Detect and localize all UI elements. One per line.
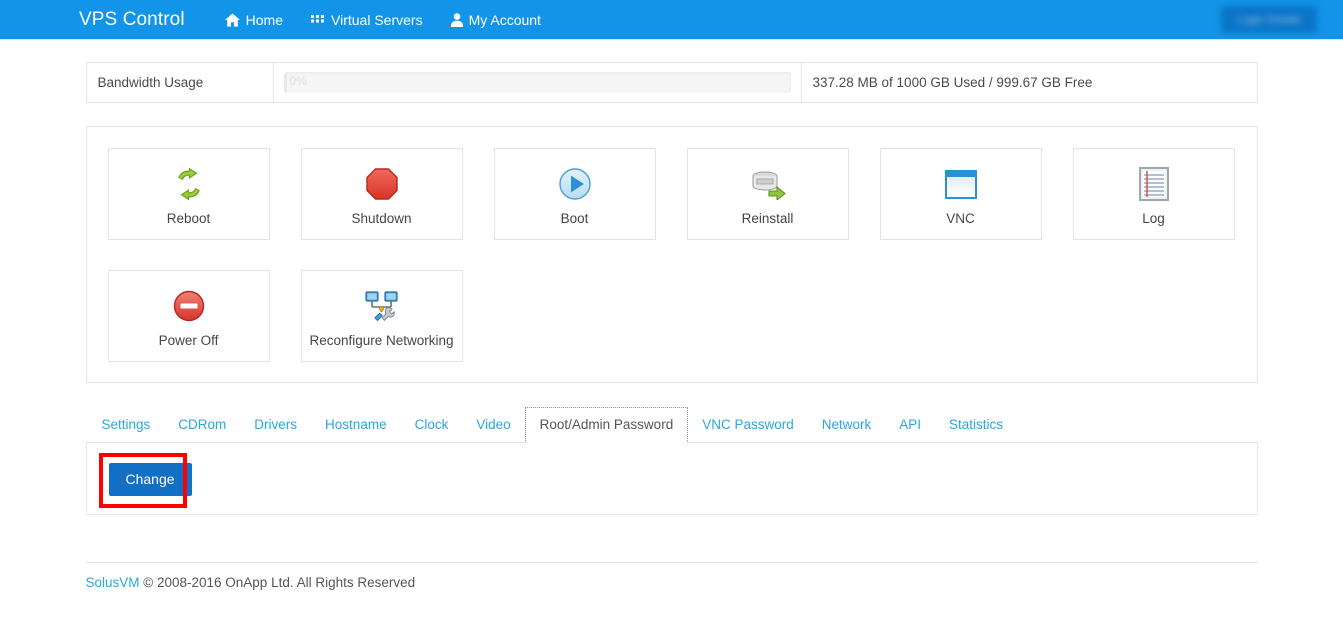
action-button-log[interactable]: Log bbox=[1072, 148, 1235, 240]
tab-video[interactable]: Video bbox=[462, 407, 524, 443]
bandwidth-bar-cell: 0% bbox=[273, 62, 802, 103]
action-button-boot[interactable]: Boot bbox=[493, 148, 656, 240]
solusvm-link[interactable]: SolusVM bbox=[86, 575, 140, 590]
action-button-reconfigure-networking[interactable]: Reconfigure Networking bbox=[300, 270, 463, 362]
brand-title: VPS Control bbox=[79, 8, 185, 30]
action-button-boot-label: Boot bbox=[560, 211, 589, 226]
page-container: Bandwidth Usage 0% 337.28 MB of 1000 GB … bbox=[85, 40, 1258, 590]
footer-copyright-text: © 2008-2016 OnApp Ltd. All Rights Reserv… bbox=[139, 574, 416, 590]
change-button-wrapper: Change bbox=[108, 463, 192, 496]
tab-drivers[interactable]: Drivers bbox=[240, 407, 311, 443]
power-off-icon bbox=[172, 286, 206, 326]
bandwidth-progress-text: 0% bbox=[289, 74, 307, 88]
action-button-reinstall[interactable]: Reinstall bbox=[686, 148, 849, 240]
tab-settings[interactable]: Settings bbox=[88, 407, 165, 443]
nav-link-home[interactable]: Home bbox=[211, 0, 297, 40]
action-button-reconfigure-networking-label: Reconfigure Networking bbox=[309, 333, 454, 348]
grid-icon bbox=[311, 14, 325, 26]
bandwidth-progress: 0% bbox=[283, 72, 791, 93]
reinstall-icon bbox=[749, 164, 787, 204]
tab-network[interactable]: Network bbox=[808, 407, 886, 443]
tab-cdrom[interactable]: CDRom bbox=[164, 407, 240, 443]
tab-statistics[interactable]: Statistics bbox=[935, 407, 1017, 443]
change-password-button[interactable]: Change bbox=[108, 463, 192, 496]
home-icon bbox=[224, 12, 240, 27]
tab-clock[interactable]: Clock bbox=[401, 407, 463, 443]
bandwidth-progress-fill bbox=[283, 72, 287, 93]
action-button-power-off[interactable]: Power Off bbox=[107, 270, 270, 362]
action-button-power-off-label: Power Off bbox=[158, 333, 219, 348]
account-button[interactable]: Login Details bbox=[1221, 6, 1317, 33]
settings-tab-bar: Settings CDRom Drivers Hostname Clock Vi… bbox=[85, 407, 1258, 443]
action-button-reinstall-label: Reinstall bbox=[741, 211, 794, 226]
action-button-grid: Reboot Shutdown Boot Reinstall VNC Log P… bbox=[107, 148, 1236, 362]
reboot-icon bbox=[171, 164, 207, 204]
action-button-vnc-label: VNC bbox=[946, 211, 975, 226]
root-admin-password-panel: Change bbox=[85, 443, 1258, 515]
tab-api[interactable]: API bbox=[885, 407, 935, 443]
bandwidth-label: Bandwidth Usage bbox=[86, 62, 274, 103]
bandwidth-row: Bandwidth Usage 0% 337.28 MB of 1000 GB … bbox=[86, 62, 1257, 103]
action-button-reboot-label: Reboot bbox=[166, 211, 211, 226]
user-icon bbox=[450, 12, 463, 27]
navbar-right: Login Details bbox=[1221, 6, 1317, 33]
nav-link-virtual-servers[interactable]: Virtual Servers bbox=[297, 0, 437, 40]
tab-hostname[interactable]: Hostname bbox=[311, 407, 401, 443]
server-actions-panel: Reboot Shutdown Boot Reinstall VNC Log P… bbox=[85, 126, 1258, 383]
vnc-icon bbox=[944, 164, 978, 204]
nav-link-virtual-servers-label: Virtual Servers bbox=[331, 11, 423, 28]
bandwidth-usage-text: 337.28 MB of 1000 GB Used / 999.67 GB Fr… bbox=[812, 75, 1093, 90]
bandwidth-usage-table: Bandwidth Usage 0% 337.28 MB of 1000 GB … bbox=[85, 62, 1258, 103]
shutdown-icon bbox=[365, 164, 399, 204]
action-button-log-label: Log bbox=[1142, 211, 1165, 226]
nav-links: Home Virtual Servers My Account bbox=[211, 0, 555, 40]
page-footer: SolusVM © 2008-2016 OnApp Ltd. All Right… bbox=[85, 561, 1258, 590]
action-button-vnc[interactable]: VNC bbox=[879, 148, 1042, 240]
action-button-shutdown[interactable]: Shutdown bbox=[300, 148, 463, 240]
nav-link-home-label: Home bbox=[245, 11, 284, 28]
nav-link-my-account-label: My Account bbox=[468, 11, 541, 28]
nav-link-my-account[interactable]: My Account bbox=[437, 0, 555, 40]
action-button-shutdown-label: Shutdown bbox=[351, 211, 412, 226]
action-button-reboot[interactable]: Reboot bbox=[107, 148, 270, 240]
top-navbar: VPS Control Home Virtual Servers My Acco… bbox=[0, 0, 1343, 40]
log-icon bbox=[1138, 164, 1169, 204]
boot-icon bbox=[558, 164, 592, 204]
network-config-icon bbox=[364, 286, 400, 326]
tab-root-admin-password[interactable]: Root/Admin Password bbox=[524, 407, 689, 443]
tab-vnc-password[interactable]: VNC Password bbox=[688, 407, 808, 443]
